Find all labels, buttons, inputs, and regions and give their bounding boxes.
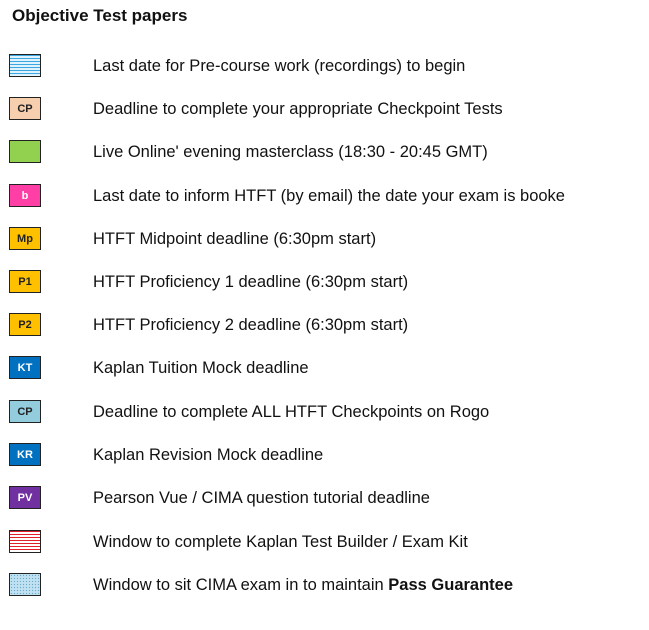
swatch-code: Mp — [17, 232, 33, 245]
swatch-code: CP — [17, 405, 33, 418]
revision-mock-swatch: KR — [9, 443, 41, 466]
legend-item: Last date for Pre-course work (recording… — [0, 50, 649, 84]
legend-item: b Last date to inform HTFT (by email) th… — [0, 180, 649, 214]
legend-item-label: HTFT Proficiency 1 deadline (6:30pm star… — [93, 273, 409, 291]
legend-item-label: Last date to inform HTFT (by email) the … — [93, 187, 565, 205]
legend-item-label: Window to sit CIMA exam in to maintain P… — [93, 576, 513, 595]
legend-item: KT Kaplan Tuition Mock deadline — [0, 352, 649, 386]
legend-item-label-text: Window to sit CIMA exam in to maintain — [93, 576, 389, 594]
legend-item-label: HTFT Midpoint deadline (6:30pm start) — [93, 230, 377, 248]
proficiency-2-swatch: P2 — [9, 313, 41, 336]
legend-item: PV Pearson Vue / CIMA question tutorial … — [0, 482, 649, 516]
midpoint-swatch: Mp — [9, 227, 41, 250]
swatch-code: KT — [17, 361, 33, 374]
legend-item-label: Pearson Vue / CIMA question tutorial dea… — [93, 489, 430, 507]
legend-item-label: Live Online' evening masterclass (18:30 … — [93, 143, 488, 161]
checkpoint-swatch: CP — [9, 97, 41, 120]
legend-item: P1 HTFT Proficiency 1 deadline (6:30pm s… — [0, 266, 649, 300]
swatch-code: KR — [17, 448, 33, 461]
legend-item: Window to sit CIMA exam in to maintain P… — [0, 569, 649, 603]
legend-item-label: Kaplan Revision Mock deadline — [93, 446, 324, 464]
legend-item-label: Deadline to complete your appropriate Ch… — [93, 100, 503, 118]
exam-window-swatch — [9, 573, 41, 596]
swatch-code: CP — [17, 102, 33, 115]
booking-swatch: b — [9, 184, 41, 207]
swatch-code: PV — [17, 491, 33, 504]
pass-guarantee-text: Pass Guarantee — [388, 576, 514, 594]
swatch-code: P2 — [18, 318, 32, 331]
rogo-checkpoint-swatch: CP — [9, 400, 41, 423]
masterclass-swatch — [9, 140, 41, 163]
legend-item: Window to complete Kaplan Test Builder /… — [0, 526, 649, 560]
proficiency-1-swatch: P1 — [9, 270, 41, 293]
legend-item: Mp HTFT Midpoint deadline (6:30pm start) — [0, 223, 649, 257]
test-builder-swatch — [9, 530, 41, 553]
swatch-code: b — [21, 189, 29, 202]
pearson-vue-swatch: PV — [9, 486, 41, 509]
legend-item: CP Deadline to complete your appropriate… — [0, 93, 649, 127]
legend-item-label: HTFT Proficiency 2 deadline (6:30pm star… — [93, 316, 409, 334]
legend-item: CP Deadline to complete ALL HTFT Checkpo… — [0, 396, 649, 430]
legend-item-label: Deadline to complete ALL HTFT Checkpoint… — [93, 403, 490, 421]
swatch-code: P1 — [18, 275, 32, 288]
legend-item-label: Last date for Pre-course work (recording… — [93, 57, 466, 75]
legend-item: Live Online' evening masterclass (18:30 … — [0, 136, 649, 170]
legend-item: P2 HTFT Proficiency 2 deadline (6:30pm s… — [0, 309, 649, 343]
legend-item-label: Window to complete Kaplan Test Builder /… — [93, 533, 468, 551]
tuition-mock-swatch: KT — [9, 356, 41, 379]
legend-list: Last date for Pre-course work (recording… — [0, 0, 649, 630]
legend-item: KR Kaplan Revision Mock deadline — [0, 439, 649, 473]
pre-course-swatch — [9, 54, 41, 77]
legend-item-label: Kaplan Tuition Mock deadline — [93, 359, 309, 377]
